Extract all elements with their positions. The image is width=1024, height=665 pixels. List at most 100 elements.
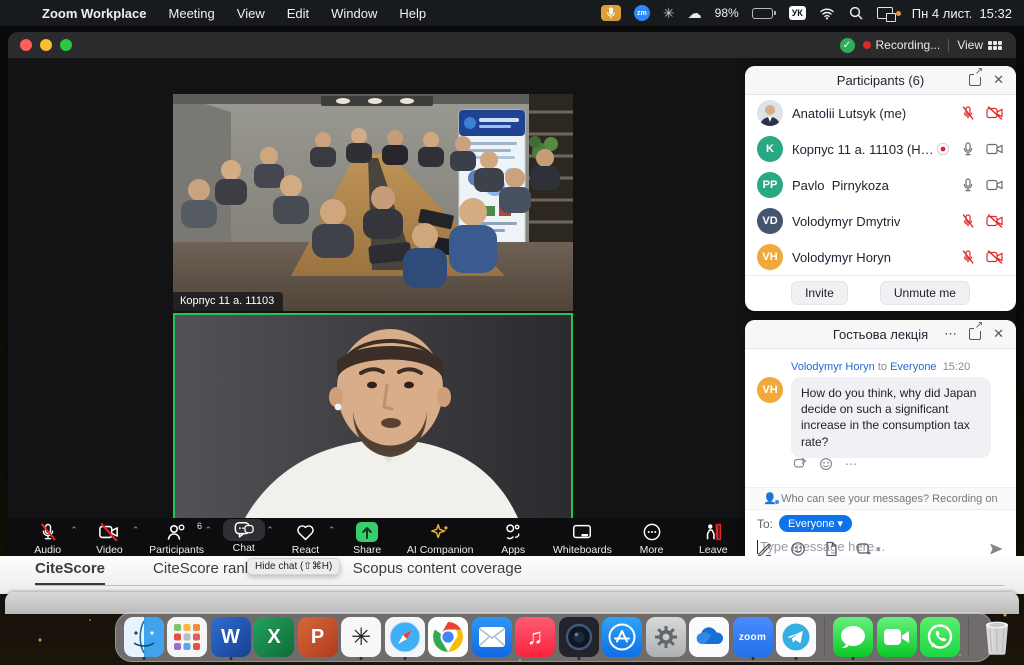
video-tile-room[interactable]: Корпус 11 а. 11103 xyxy=(173,94,573,311)
mail-dock-icon[interactable] xyxy=(471,615,512,659)
leave-button[interactable]: Leave xyxy=(691,521,735,556)
wifi-icon[interactable] xyxy=(819,5,835,21)
spotlight-search-icon[interactable] xyxy=(848,5,864,21)
menu-item-edit[interactable]: Edit xyxy=(287,6,309,21)
send-message-icon[interactable] xyxy=(988,541,1004,557)
format-text-icon[interactable] xyxy=(757,541,773,557)
participant-row-dmytriv[interactable]: VD Volodymyr Dmytriv xyxy=(745,203,1016,239)
chat-more-menu-icon[interactable]: ⋯ xyxy=(944,326,957,342)
attach-file-icon[interactable] xyxy=(823,541,839,557)
tab-citescore[interactable]: CiteScore xyxy=(35,560,105,586)
more-button[interactable]: More xyxy=(630,521,674,556)
participants-options-chevron[interactable]: ⌃ xyxy=(204,525,212,536)
keyboard-layout-indicator[interactable]: УК xyxy=(789,6,806,20)
menu-item-window[interactable]: Window xyxy=(331,6,377,21)
audio-button[interactable]: ⌃ Audio xyxy=(26,521,70,556)
unmute-me-button[interactable]: Unmute me xyxy=(880,281,970,305)
participant-row-pavlo[interactable]: PP Pavlo Pirnykoza xyxy=(745,167,1016,203)
onedrive-dock-icon[interactable] xyxy=(689,615,730,659)
menu-item-help[interactable]: Help xyxy=(399,6,426,21)
video-options-chevron[interactable]: ⌃ xyxy=(132,525,140,536)
finder-dock-icon[interactable] xyxy=(123,615,164,659)
apps-button[interactable]: Apps xyxy=(491,521,535,556)
video-label: Video xyxy=(96,544,123,556)
message-meta: Volodymyr Horyn to Everyone 15:20 xyxy=(791,361,970,373)
participant-row-horyn[interactable]: VH Volodymyr Horyn xyxy=(745,239,1016,275)
participants-button[interactable]: 6 ⌃ Participants xyxy=(149,521,204,556)
zoom-menubar-icon[interactable]: zm xyxy=(634,5,650,21)
powerpoint-dock-icon[interactable]: P xyxy=(297,615,338,659)
speaker-video-art xyxy=(175,315,573,543)
participant-row-korpus[interactable]: K Корпус 11 а. 11103 (Host) xyxy=(745,131,1016,167)
message-recipient-link[interactable]: Everyone xyxy=(890,361,936,373)
fullscreen-window-button[interactable] xyxy=(60,39,72,51)
recording-indicator[interactable]: Recording... xyxy=(863,38,941,52)
emoji-react-icon[interactable] xyxy=(819,457,833,471)
screenshot-icon[interactable] xyxy=(856,541,872,557)
message-time: 15:20 xyxy=(943,361,971,373)
whiteboards-button[interactable]: Whiteboards xyxy=(553,521,612,556)
tab-divider-rule xyxy=(35,585,1004,586)
screen-mirroring-icon[interactable] xyxy=(877,7,893,19)
whatsapp-dock-icon[interactable] xyxy=(920,615,961,659)
music-dock-icon[interactable]: ♫ xyxy=(515,615,556,659)
emoji-picker-icon[interactable] xyxy=(790,541,806,557)
facetime-dock-icon[interactable] xyxy=(876,615,917,659)
who-can-see-icon: 👤 xyxy=(763,493,777,505)
whiteboards-label: Whiteboards xyxy=(553,544,612,556)
trash-dock-icon[interactable] xyxy=(977,615,1018,659)
chrome-dock-icon[interactable] xyxy=(428,615,469,659)
whiteboard-icon xyxy=(571,521,593,543)
chat-button[interactable]: ⌃ Chat xyxy=(222,521,266,554)
chat-options-chevron[interactable]: ⌃ xyxy=(266,525,274,536)
message-avatar: VH xyxy=(757,377,783,403)
close-participants-icon[interactable]: ✕ xyxy=(993,72,1004,88)
chatgpt-menubar-icon[interactable]: ✳ xyxy=(663,5,675,22)
react-button[interactable]: ⌃ React xyxy=(283,521,327,556)
screenshot-options-chevron[interactable]: ▾ xyxy=(876,544,881,555)
cloud-menubar-icon[interactable]: ☁ xyxy=(688,5,702,22)
battery-icon[interactable] xyxy=(752,8,776,19)
react-options-chevron[interactable]: ⌃ xyxy=(328,525,336,536)
minimize-window-button[interactable] xyxy=(40,39,52,51)
popout-chat-icon[interactable] xyxy=(969,328,981,340)
audio-options-chevron[interactable]: ⌃ xyxy=(70,525,78,536)
telegram-dock-icon[interactable] xyxy=(776,615,817,659)
zoom-dock-icon[interactable]: zoom xyxy=(732,615,773,659)
reply-icon[interactable] xyxy=(793,457,807,471)
menu-app-name[interactable]: Zoom Workplace xyxy=(42,6,147,21)
messages-dock-icon[interactable] xyxy=(833,615,874,659)
safari-dock-icon[interactable] xyxy=(384,615,425,659)
meeting-toolbar: ⌃ Audio ⌃ Video 6 ⌃ Participants xyxy=(8,518,753,560)
close-chat-icon[interactable]: ✕ xyxy=(993,326,1004,342)
appstore-dock-icon[interactable] xyxy=(602,615,643,659)
video-button[interactable]: ⌃ Video xyxy=(87,521,131,556)
menubar-clock[interactable]: Пн 4 лист. 15:32 xyxy=(912,6,1012,21)
tab-scopus-coverage[interactable]: Scopus content coverage xyxy=(353,560,522,586)
camera-app-dock-icon[interactable] xyxy=(558,615,599,659)
word-dock-icon[interactable]: W xyxy=(210,615,251,659)
recipient-selector[interactable]: Everyone ▾ xyxy=(779,515,852,532)
chatgpt-dock-icon[interactable]: ✳ xyxy=(341,615,382,659)
view-layout-button[interactable]: View xyxy=(957,38,1002,52)
invite-button[interactable]: Invite xyxy=(791,281,848,305)
room-video-label: Корпус 11 а. 11103 xyxy=(173,292,283,311)
launchpad-dock-icon[interactable] xyxy=(167,615,208,659)
settings-dock-icon[interactable] xyxy=(645,615,686,659)
chat-privacy-note[interactable]: 👤Who can see your messages? Recording on xyxy=(745,487,1016,510)
share-button[interactable]: Share xyxy=(345,521,389,556)
popout-panel-icon[interactable] xyxy=(969,74,981,86)
menu-item-view[interactable]: View xyxy=(237,6,265,21)
close-window-button[interactable] xyxy=(20,39,32,51)
meeting-security-shield-icon[interactable]: ✓ xyxy=(840,38,855,53)
excel-dock-icon[interactable]: X xyxy=(254,615,295,659)
participant-name: Корпус 11 а. 11103 (Host) xyxy=(792,142,936,157)
participants-count-badge: 6 xyxy=(197,521,202,531)
participant-row-anatolii[interactable]: Anatolii Lutsyk (me) xyxy=(745,95,1016,131)
ai-companion-button[interactable]: AI Companion xyxy=(407,521,474,556)
menu-item-meeting[interactable]: Meeting xyxy=(169,6,215,21)
message-sender-link[interactable]: Volodymyr Horyn xyxy=(791,361,875,373)
message-more-icon[interactable]: ⋯ xyxy=(845,457,857,471)
mic-in-use-indicator[interactable] xyxy=(601,5,621,21)
video-tile-active-speaker[interactable]: Pavlo Pirnykoza xyxy=(173,313,573,543)
